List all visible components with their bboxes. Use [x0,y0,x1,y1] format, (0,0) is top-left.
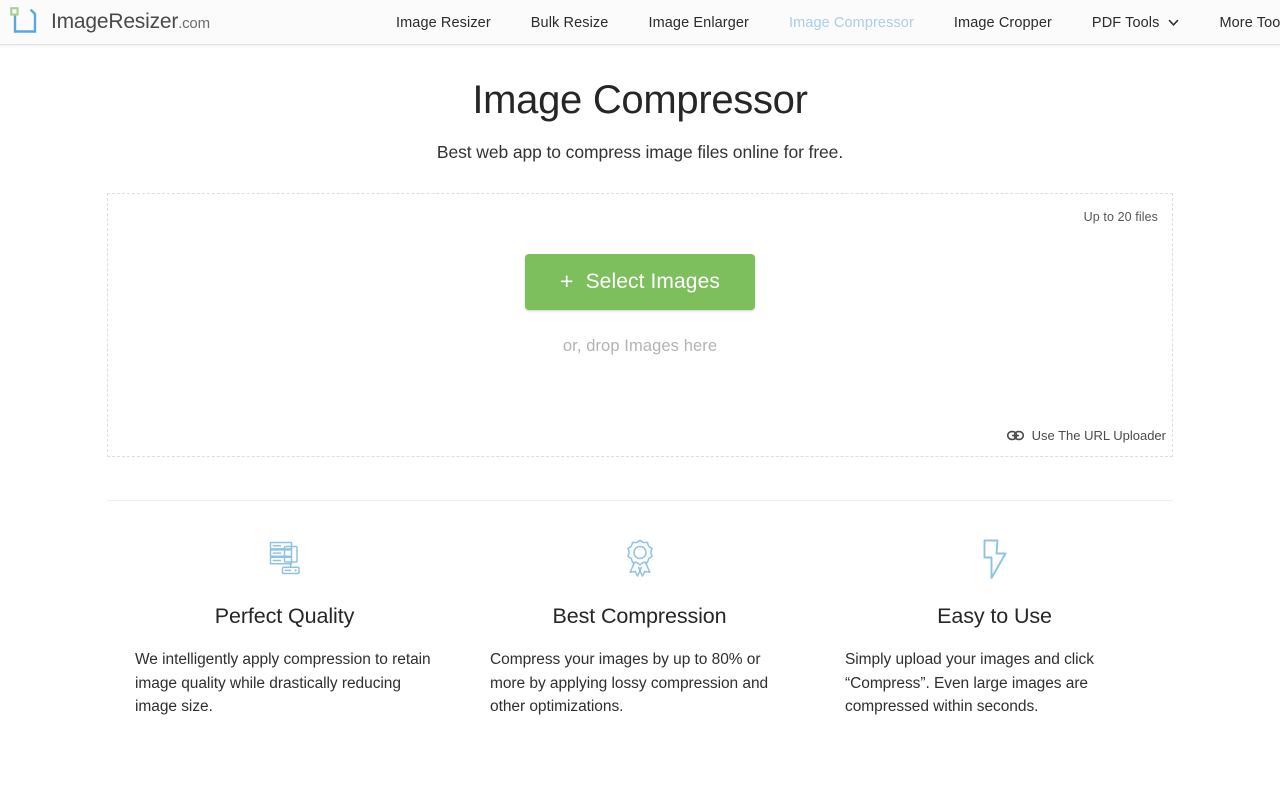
dropzone-center: + Select Images or, drop Images here [108,254,1172,356]
drop-images-hint: or, drop Images here [562,337,718,355]
nav-item-pdf-tools[interactable]: PDF Tools [1092,0,1180,45]
lightning-bolt-icon [983,539,1006,579]
nav-item-image-resizer[interactable]: Image Resizer [396,0,491,45]
url-uploader-link[interactable]: Use The URL Uploader [1006,427,1166,444]
page-title: Image Compressor [472,78,808,122]
nav-label: Image Compressor [789,14,914,31]
page-subtitle: Best web app to compress image files onl… [436,142,844,162]
site-header: ImageResizer.com Image Resizer Bulk Resi… [0,0,1280,45]
main-navigation: Image Resizer Bulk Resize Image Enlarger… [396,0,1280,45]
feature-description: Simply upload your images and click “Com… [845,651,1094,716]
nav-item-image-enlarger[interactable]: Image Enlarger [648,0,749,45]
nav-item-image-cropper[interactable]: Image Cropper [954,0,1052,45]
feature-easy-to-use: Easy to Use Simply upload your images an… [817,536,1172,719]
nav-label: Image Enlarger [648,14,749,31]
nav-item-bulk-resize[interactable]: Bulk Resize [531,0,609,45]
brand-tld-text: .com [178,15,210,32]
feature-title: Easy to Use [937,604,1052,628]
plus-icon: + [560,267,574,294]
nav-label: Image Resizer [396,14,491,31]
feature-icon-wrapper [127,536,442,584]
dropzone-wrapper: Up to 20 files + Select Images or, drop … [107,163,1173,457]
select-images-button-label: Select Images [585,270,720,293]
select-images-button[interactable]: + Select Images [525,254,755,310]
nav-label: Image Cropper [953,14,1052,31]
square-outline-logo-icon [10,7,37,33]
feature-title: Perfect Quality [214,604,355,628]
brand-home-link[interactable]: ImageResizer.com [8,0,210,44]
feature-description: We intelligently apply compression to re… [135,651,431,716]
image-dropzone[interactable]: Up to 20 files + Select Images or, drop … [107,193,1173,457]
nav-label: More Tools [1219,14,1280,31]
link-icon [1006,430,1024,441]
feature-description: Compress your images by up to 80% or mor… [490,651,769,716]
features-section: Perfect Quality We intelligently apply c… [107,501,1173,719]
brand-name: ImageResizer.com [51,10,210,34]
award-ribbon-icon [626,539,653,577]
server-stack-icon [269,541,300,575]
nav-label: PDF Tools [1091,14,1160,31]
feature-icon-wrapper [482,536,797,584]
chevron-down-icon [1169,19,1179,26]
file-limit-note: Up to 20 files [1083,210,1158,224]
nav-item-more-tools[interactable]: More Tools [1219,0,1280,45]
nav-label: Bulk Resize [530,14,609,31]
feature-title: Best Compression [552,604,727,628]
page-content: Image Compressor Best web app to compres… [0,45,1280,719]
brand-name-text: ImageResizer [51,10,179,33]
feature-icon-wrapper [837,536,1152,584]
feature-best-compression: Best Compression Compress your images by… [462,536,817,719]
url-uploader-label: Use The URL Uploader [1031,428,1166,443]
nav-item-image-compressor[interactable]: Image Compressor [789,0,914,45]
feature-perfect-quality: Perfect Quality We intelligently apply c… [107,536,462,719]
